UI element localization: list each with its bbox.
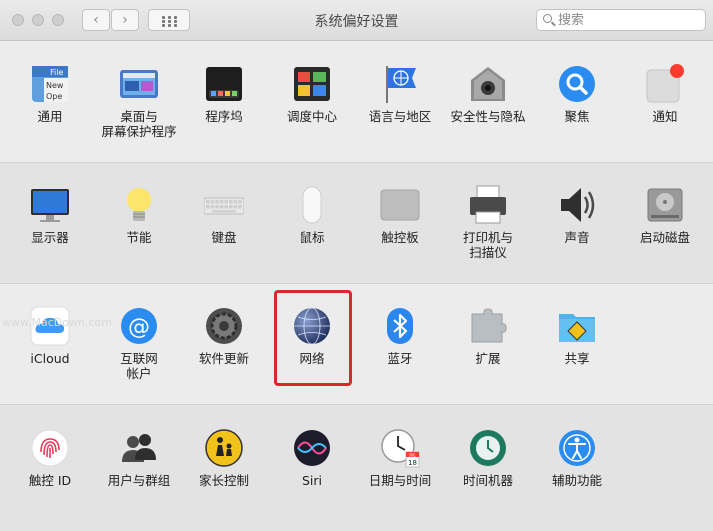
pane-label: Siri <box>301 473 323 488</box>
pane-label: 辅助功能 <box>551 473 602 488</box>
date-time-icon: JUL 18 <box>380 428 420 468</box>
pane-label: 显示器 <box>31 230 69 245</box>
svg-text:New: New <box>46 81 64 90</box>
svg-text:File: File <box>50 68 63 77</box>
mission-control-icon <box>292 64 332 104</box>
pane-label: 打印机与 扫描仪 <box>462 230 513 260</box>
notifications-icon <box>645 64 685 104</box>
spotlight-icon <box>557 64 597 104</box>
touch-id-icon <box>30 428 70 468</box>
pane-label: 通知 <box>652 109 678 124</box>
desktop-screensaver-icon <box>119 64 159 104</box>
network-highlight-box <box>274 290 352 386</box>
pane-parental-controls[interactable]: 家长控制 <box>180 428 268 508</box>
pane-general[interactable]: File New Ope 通用 <box>6 64 94 144</box>
mouse-icon <box>292 185 332 225</box>
internet-accounts-icon: @ <box>119 306 159 346</box>
pane-displays[interactable]: 显示器 <box>6 185 94 265</box>
pane-label: 用户与群组 <box>107 473 171 488</box>
pane-spotlight[interactable]: 聚焦 <box>533 64 621 144</box>
pane-software-update[interactable]: 软件更新 <box>180 306 268 386</box>
pane-label: 键盘 <box>211 230 237 245</box>
trackpad-icon <box>380 185 420 225</box>
search-icon <box>543 14 552 23</box>
parental-controls-icon <box>204 428 244 468</box>
pane-keyboard[interactable]: 键盘 <box>180 185 268 265</box>
pane-label: 日期与时间 <box>368 473 432 488</box>
pane-sharing[interactable]: 共享 <box>533 306 621 386</box>
pane-label: 扩展 <box>475 351 501 366</box>
users-groups-icon <box>119 428 159 468</box>
pane-siri[interactable]: Siri <box>268 428 356 508</box>
pane-label: 蓝牙 <box>387 351 413 366</box>
pane-security-privacy[interactable]: 安全性与隐私 <box>444 64 532 144</box>
pane-label: 节能 <box>126 230 152 245</box>
pane-label: 软件更新 <box>198 351 249 366</box>
security-privacy-icon <box>468 64 508 104</box>
pane-sound[interactable]: 声音 <box>533 185 621 265</box>
svg-text:Ope: Ope <box>46 92 62 101</box>
accessibility-icon <box>557 428 597 468</box>
pane-label: 安全性与隐私 <box>450 109 526 124</box>
pane-label: 触控板 <box>381 230 419 245</box>
pane-label: 程序坞 <box>205 109 243 124</box>
pane-desktop-screensaver[interactable]: 桌面与 屏幕保护程序 <box>95 64 183 144</box>
window-titlebar: ‹ › 系统偏好设置 <box>0 0 713 41</box>
pane-label: 时间机器 <box>462 473 513 488</box>
pane-label: 启动磁盘 <box>639 230 690 245</box>
pane-label: 触控 ID <box>28 473 72 488</box>
language-region-icon <box>380 64 420 104</box>
pane-energy-saver[interactable]: 节能 <box>95 185 183 265</box>
software-update-icon <box>204 306 244 346</box>
keyboard-icon <box>203 185 245 225</box>
general-icon: File New Ope <box>30 64 70 104</box>
bluetooth-icon <box>380 306 420 346</box>
pane-printers-scanners[interactable]: 打印机与 扫描仪 <box>444 185 532 265</box>
pane-date-time[interactable]: JUL 18 日期与时间 <box>356 428 444 508</box>
siri-icon <box>292 428 332 468</box>
svg-text:JUL: JUL <box>408 453 416 458</box>
pane-label: 共享 <box>564 351 590 366</box>
pane-label: 桌面与 屏幕保护程序 <box>101 109 177 139</box>
pane-label: iCloud <box>30 351 70 366</box>
pane-label: 互联网 帐户 <box>120 351 158 381</box>
watermark: www.MacDown.com <box>2 316 112 329</box>
pane-label: 家长控制 <box>198 473 249 488</box>
time-machine-icon <box>468 428 508 468</box>
energy-saver-icon <box>119 185 159 225</box>
pane-mission-control[interactable]: 调度中心 <box>268 64 356 144</box>
pane-label: 通用 <box>37 109 63 124</box>
displays-icon <box>30 185 70 225</box>
sound-icon <box>557 185 597 225</box>
pane-label: 聚焦 <box>564 109 590 124</box>
pane-extensions[interactable]: 扩展 <box>444 306 532 386</box>
pane-users-groups[interactable]: 用户与群组 <box>95 428 183 508</box>
startup-disk-icon <box>645 185 685 225</box>
printers-scanners-icon <box>468 185 508 225</box>
pane-bluetooth[interactable]: 蓝牙 <box>356 306 444 386</box>
sharing-icon <box>557 306 597 346</box>
pane-notifications[interactable]: 通知 <box>621 64 709 144</box>
pane-label: 调度中心 <box>286 109 337 124</box>
extensions-icon <box>468 306 508 346</box>
pane-language-region[interactable]: 语言与地区 <box>356 64 444 144</box>
pane-trackpad[interactable]: 触控板 <box>356 185 444 265</box>
pane-label: 语言与地区 <box>368 109 432 124</box>
svg-text:@: @ <box>128 315 150 340</box>
pane-label: 声音 <box>564 230 590 245</box>
search-field[interactable] <box>536 9 706 31</box>
pane-startup-disk[interactable]: 启动磁盘 <box>621 185 709 265</box>
pane-touch-id[interactable]: 触控 ID <box>6 428 94 508</box>
pane-accessibility[interactable]: 辅助功能 <box>533 428 621 508</box>
dock-icon <box>204 64 244 104</box>
pane-label: 鼠标 <box>299 230 325 245</box>
search-input[interactable] <box>556 12 700 29</box>
pane-time-machine[interactable]: 时间机器 <box>444 428 532 508</box>
svg-text:18: 18 <box>408 459 417 467</box>
pane-mouse[interactable]: 鼠标 <box>268 185 356 265</box>
pane-dock[interactable]: 程序坞 <box>180 64 268 144</box>
